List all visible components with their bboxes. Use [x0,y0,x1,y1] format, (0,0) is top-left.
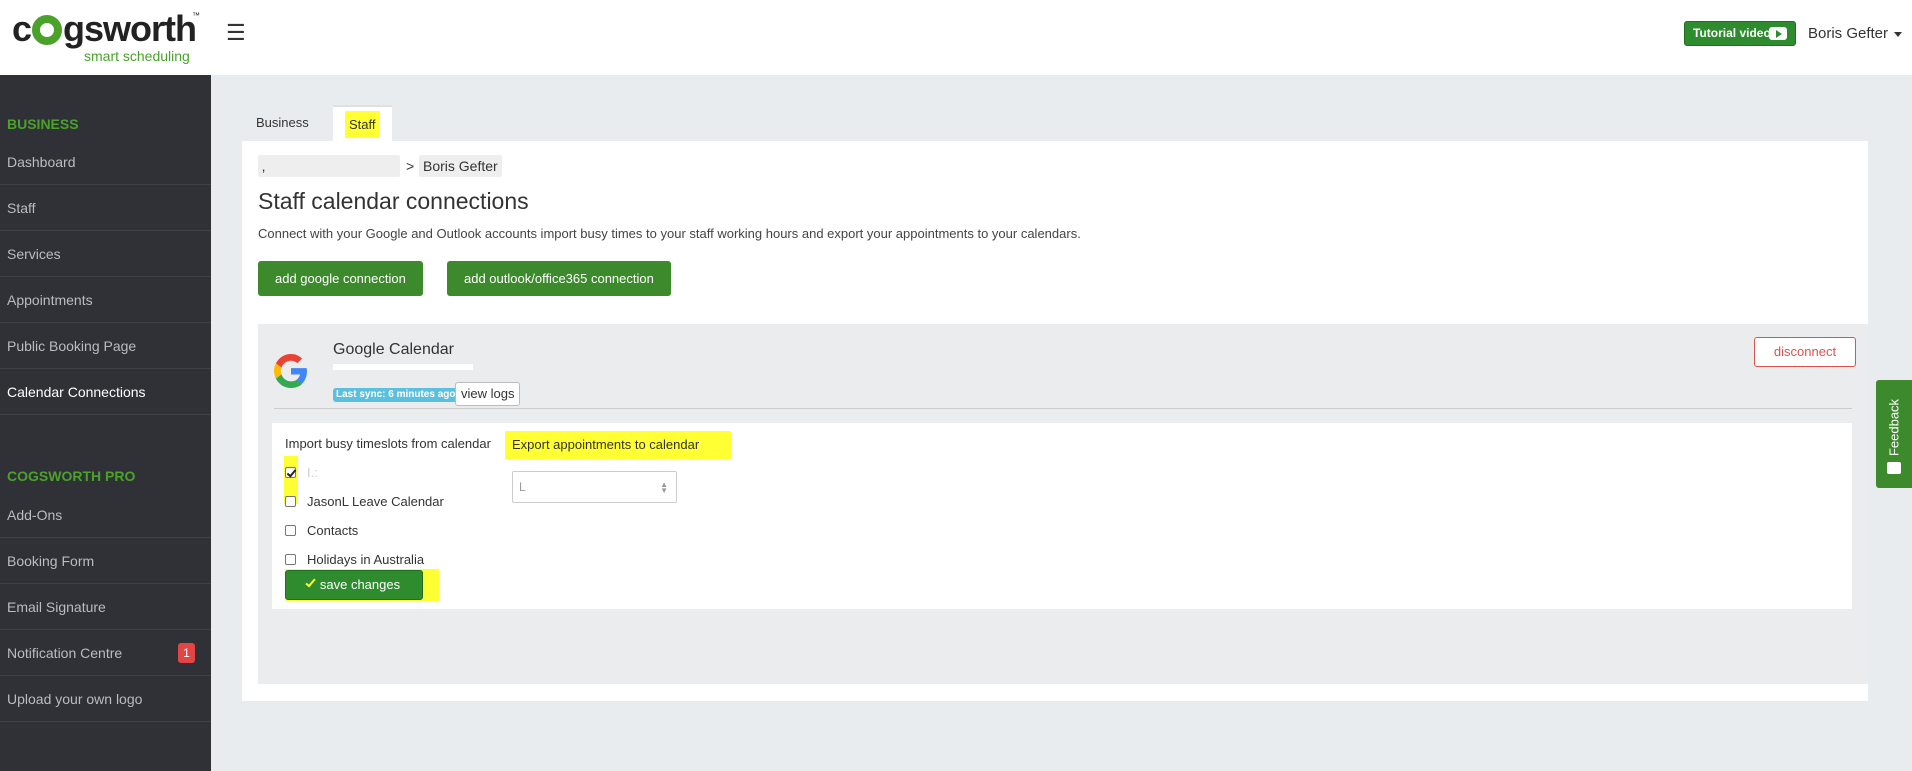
sidebar-item-public-booking-page[interactable]: Public Booking Page [0,323,211,369]
main-panel: ‚ > Boris Gefter Staff calendar connecti… [242,141,1868,701]
sidebar-heading-business: BUSINESS [7,116,79,132]
breadcrumb-business[interactable]: ‚ [258,155,400,177]
tutorial-video-label: Tutorial video [1693,26,1771,40]
sidebar-item-notification-centre[interactable]: Notification Centre 1 [0,630,211,676]
tab-staff[interactable]: Staff [333,105,392,141]
add-google-connection-button[interactable]: add google connection [258,261,423,296]
calendar-label: I.: [307,465,318,480]
sidebar-item-email-signature[interactable]: Email Signature [0,584,211,630]
checkbox[interactable] [285,525,296,536]
sidebar-item-upload-logo[interactable]: Upload your own logo [0,676,211,722]
tab-staff-label: Staff [345,111,380,138]
sidebar: BUSINESS Dashboard Staff Services Appoin… [0,75,211,771]
feedback-label: Feedback [1886,398,1902,457]
sidebar-item-dashboard[interactable]: Dashboard [0,139,211,185]
checkbox[interactable] [285,496,296,507]
view-logs-button[interactable]: view logs [455,382,521,406]
sidebar-item-staff[interactable]: Staff [0,185,211,231]
page-title: Staff calendar connections [258,188,529,214]
feedback-tab[interactable]: Feedback [1876,380,1912,488]
save-changes-label: save changes [319,577,401,592]
notification-badge: 1 [178,643,195,663]
tab-business[interactable]: Business [244,105,321,141]
connection-name: Google Calendar [333,341,454,358]
export-selected-value: L [519,480,526,494]
calendar-label: Holidays in Australia [307,552,425,567]
youtube-play-icon [1769,27,1787,40]
sidebar-heading-pro: COGSWORTH PRO [7,468,136,484]
breadcrumb-staff-name[interactable]: Boris Gefter [419,155,502,177]
save-highlight: save changes [285,569,439,601]
logo-tagline: smart scheduling [84,48,190,64]
card-divider [274,408,1852,409]
breadcrumb-separator: > [406,158,415,174]
calendar-label: Contacts [307,523,359,538]
google-icon [274,354,307,388]
select-arrows-icon: ▲ ▼ [660,480,668,495]
sidebar-item-booking-form[interactable]: Booking Form [0,538,211,584]
calendar-label: JasonL Leave Calendar [307,494,444,509]
connection-account-redacted [333,364,473,370]
sidebar-item-calendar-connections[interactable]: Calendar Connections [0,369,211,415]
checkbox-checked[interactable] [285,467,296,478]
hamburger-icon[interactable]: ☰ [226,20,246,46]
user-name: Boris Gefter [1808,25,1889,42]
sidebar-item-label: Notification Centre [7,645,123,661]
check-icon [305,576,316,588]
logo-trademark: ™ [192,11,200,20]
calendar-sync-settings: Import busy timeslots from calendar I.: … [272,423,1852,609]
export-calendar-select[interactable]: L ▲ ▼ [512,471,677,503]
add-outlook-connection-button[interactable]: add outlook/office365 connection [447,261,671,296]
feedback-icon [1887,462,1901,474]
tutorial-video-button[interactable]: Tutorial video [1684,21,1796,46]
google-connection-card: Google Calendar Last sync: 6 minutes ago… [258,324,1868,684]
last-sync-badge: Last sync: 6 minutes ago [333,388,459,402]
checkbox[interactable] [285,554,296,565]
caret-down-icon [1894,31,1903,37]
cog-icon [32,15,63,45]
sidebar-item-add-ons[interactable]: Add-Ons [0,492,211,538]
page-description: Connect with your Google and Outlook acc… [258,226,1081,241]
cogsworth-logo[interactable]: c gsworth ™ smart scheduling [12,8,202,65]
save-changes-button[interactable]: save changes [285,570,423,600]
top-header: c gsworth ™ smart scheduling ☰ Tutorial v… [0,0,1912,75]
export-appointments-title: Export appointments to calendar [505,431,732,459]
logo-wordmark: c gsworth [12,8,197,49]
import-busy-title: Import busy timeslots from calendar [285,436,491,451]
disconnect-button[interactable]: disconnect [1754,337,1856,367]
sidebar-item-appointments[interactable]: Appointments [0,277,211,323]
user-menu[interactable]: Boris Gefter [1808,25,1903,42]
sidebar-item-services[interactable]: Services [0,231,211,277]
